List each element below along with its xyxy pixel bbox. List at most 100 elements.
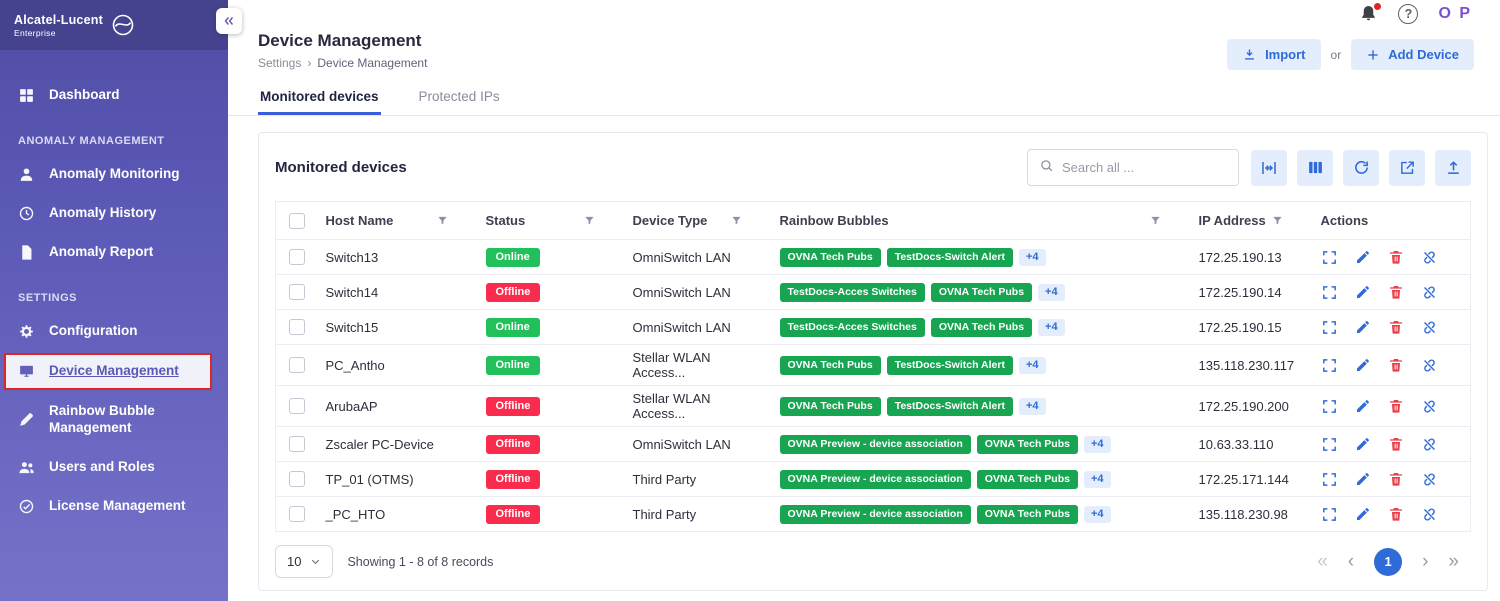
row-checkbox[interactable] bbox=[289, 319, 305, 335]
sidebar-item-anomaly-history[interactable]: Anomaly History bbox=[0, 194, 228, 233]
unlink-device-button[interactable] bbox=[1421, 284, 1438, 301]
expand-device-button[interactable] bbox=[1321, 249, 1338, 266]
sidebar-item-anomaly-monitoring[interactable]: Anomaly Monitoring bbox=[0, 155, 228, 194]
export-button[interactable] bbox=[1389, 150, 1425, 186]
row-checkbox[interactable] bbox=[289, 471, 305, 487]
records-summary: Showing 1 - 8 of 8 records bbox=[347, 555, 493, 569]
filter-icon[interactable] bbox=[1150, 215, 1161, 226]
table-row: Switch13OnlineOmniSwitch LANOVNA Tech Pu… bbox=[276, 240, 1471, 275]
edit-device-button[interactable] bbox=[1355, 436, 1371, 452]
sidebar-item-dashboard[interactable]: Dashboard bbox=[0, 76, 228, 115]
filter-icon[interactable] bbox=[584, 215, 595, 226]
expand-device-button[interactable] bbox=[1321, 436, 1338, 453]
edit-device-button[interactable] bbox=[1355, 506, 1371, 522]
delete-device-button[interactable] bbox=[1388, 357, 1404, 373]
user-avatar[interactable]: O P bbox=[1438, 5, 1472, 23]
anomaly-history-icon bbox=[18, 205, 36, 222]
more-bubbles-badge[interactable]: +4 bbox=[1084, 506, 1111, 523]
row-checkbox[interactable] bbox=[289, 357, 305, 373]
delete-device-button[interactable] bbox=[1388, 436, 1404, 452]
refresh-button[interactable] bbox=[1343, 150, 1379, 186]
row-checkbox[interactable] bbox=[289, 436, 305, 452]
filter-icon[interactable] bbox=[1272, 215, 1283, 226]
status-cell: Online bbox=[478, 310, 625, 345]
unlink-device-button[interactable] bbox=[1421, 249, 1438, 266]
pagination-next-button[interactable]: › bbox=[1422, 552, 1428, 571]
sidebar-item-device-management[interactable]: Device Management bbox=[4, 353, 212, 390]
more-bubbles-badge[interactable]: +4 bbox=[1019, 249, 1046, 266]
tab-monitored-devices[interactable]: Monitored devices bbox=[258, 80, 381, 115]
search-input[interactable] bbox=[1062, 160, 1227, 175]
sidebar-item-rainbow-bubble-management[interactable]: Rainbow Bubble Management bbox=[0, 392, 228, 448]
unlink-device-button[interactable] bbox=[1421, 506, 1438, 523]
bubble-badge: OVNA Tech Pubs bbox=[977, 505, 1078, 524]
status-badge: Online bbox=[486, 356, 540, 375]
pagination-first-button[interactable]: « bbox=[1317, 552, 1328, 571]
sidebar-collapse-button[interactable] bbox=[216, 8, 242, 34]
pagination-prev-button[interactable]: ‹ bbox=[1348, 552, 1354, 571]
filter-icon[interactable] bbox=[437, 215, 448, 226]
configuration-icon bbox=[18, 323, 36, 340]
breadcrumb-settings[interactable]: Settings bbox=[258, 56, 301, 70]
delete-device-button[interactable] bbox=[1388, 284, 1404, 300]
pagination-last-button[interactable]: » bbox=[1448, 552, 1459, 571]
expand-device-button[interactable] bbox=[1321, 319, 1338, 336]
delete-device-button[interactable] bbox=[1388, 506, 1404, 522]
unlink-device-button[interactable] bbox=[1421, 319, 1438, 336]
expand-device-button[interactable] bbox=[1321, 284, 1338, 301]
row-checkbox[interactable] bbox=[289, 506, 305, 522]
more-bubbles-badge[interactable]: +4 bbox=[1038, 284, 1065, 301]
unlink-device-button[interactable] bbox=[1421, 398, 1438, 415]
tab-protected-ips[interactable]: Protected IPs bbox=[417, 80, 502, 115]
expand-device-button[interactable] bbox=[1321, 357, 1338, 374]
delete-device-button[interactable] bbox=[1388, 398, 1404, 414]
expand-device-button[interactable] bbox=[1321, 398, 1338, 415]
expand-device-button[interactable] bbox=[1321, 471, 1338, 488]
row-checkbox[interactable] bbox=[289, 398, 305, 414]
add-device-button[interactable]: Add Device bbox=[1351, 39, 1474, 70]
upload-button[interactable] bbox=[1435, 150, 1471, 186]
device-type-cell: OmniSwitch LAN bbox=[625, 310, 772, 345]
import-button[interactable]: Import bbox=[1227, 39, 1320, 70]
unlink-device-button[interactable] bbox=[1421, 471, 1438, 488]
column-label: IP Address bbox=[1199, 213, 1266, 228]
monitored-devices-table: Host NameStatusDevice TypeRainbow Bubble… bbox=[275, 201, 1471, 532]
pagination-page-1[interactable]: 1 bbox=[1374, 548, 1402, 576]
edit-device-button[interactable] bbox=[1355, 249, 1371, 265]
sidebar-item-license-management[interactable]: License Management bbox=[0, 487, 228, 526]
edit-device-button[interactable] bbox=[1355, 319, 1371, 335]
row-checkbox[interactable] bbox=[289, 249, 305, 265]
expand-icon bbox=[1321, 357, 1338, 374]
notifications-bell-icon[interactable] bbox=[1359, 4, 1378, 23]
columns-button[interactable] bbox=[1297, 150, 1333, 186]
expand-device-button[interactable] bbox=[1321, 506, 1338, 523]
row-checkbox[interactable] bbox=[289, 284, 305, 300]
delete-device-button[interactable] bbox=[1388, 249, 1404, 265]
edit-device-button[interactable] bbox=[1355, 357, 1371, 373]
unlink-icon bbox=[1421, 249, 1438, 266]
delete-device-button[interactable] bbox=[1388, 319, 1404, 335]
more-bubbles-badge[interactable]: +4 bbox=[1084, 471, 1111, 488]
resize-columns-button[interactable] bbox=[1251, 150, 1287, 186]
more-bubbles-badge[interactable]: +4 bbox=[1084, 436, 1111, 453]
help-icon[interactable]: ? bbox=[1398, 4, 1418, 24]
sidebar-item-anomaly-report[interactable]: Anomaly Report bbox=[0, 233, 228, 272]
search-box[interactable] bbox=[1027, 149, 1239, 186]
unlink-device-button[interactable] bbox=[1421, 436, 1438, 453]
select-all-checkbox[interactable] bbox=[289, 213, 305, 229]
more-bubbles-badge[interactable]: +4 bbox=[1019, 357, 1046, 374]
delete-device-button[interactable] bbox=[1388, 471, 1404, 487]
filter-icon[interactable] bbox=[731, 215, 742, 226]
unlink-icon bbox=[1421, 436, 1438, 453]
page-size-select[interactable]: 10 bbox=[275, 545, 333, 578]
unlink-device-button[interactable] bbox=[1421, 357, 1438, 374]
edit-device-button[interactable] bbox=[1355, 471, 1371, 487]
edit-device-button[interactable] bbox=[1355, 398, 1371, 414]
sidebar-item-users-and-roles[interactable]: Users and Roles bbox=[0, 448, 228, 487]
edit-device-button[interactable] bbox=[1355, 284, 1371, 300]
unlink-icon bbox=[1421, 284, 1438, 301]
more-bubbles-badge[interactable]: +4 bbox=[1019, 398, 1046, 415]
sidebar-item-configuration[interactable]: Configuration bbox=[0, 312, 228, 351]
bubble-badge: OVNA Tech Pubs bbox=[931, 283, 1032, 302]
more-bubbles-badge[interactable]: +4 bbox=[1038, 319, 1065, 336]
